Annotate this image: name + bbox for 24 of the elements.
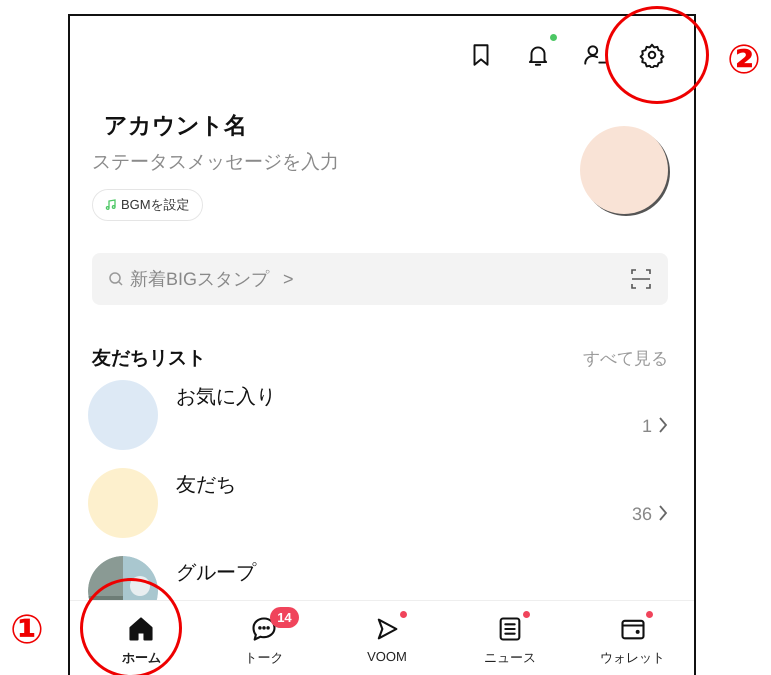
list-item-name[interactable]: お気に入り [176, 383, 276, 410]
item-count: 1 [642, 416, 652, 436]
account-name: アカウント名 [104, 111, 248, 140]
chat-icon[interactable] [250, 615, 278, 643]
bgm-button[interactable]: BGMを設定 [92, 189, 203, 221]
nav-tab[interactable]: ホーム [91, 601, 192, 675]
scan-icon[interactable] [630, 268, 652, 290]
nav-tab[interactable]: 14 トーク [214, 601, 314, 675]
nav-tab[interactable]: ニュース [460, 601, 560, 675]
unread-badge: 14 [270, 607, 299, 628]
nav-tab[interactable]: ウォレット [582, 601, 683, 675]
section-title: 友だちリスト [92, 347, 206, 371]
step-number: ② [727, 40, 761, 80]
chevron-icon [658, 504, 668, 522]
search-icon [108, 271, 124, 287]
list-item-name[interactable]: 友だち [176, 471, 236, 498]
nav-tab[interactable]: VOOM [336, 601, 437, 675]
music-note-icon [105, 199, 117, 211]
settings-icon[interactable] [639, 42, 665, 68]
home-icon[interactable] [127, 615, 156, 643]
list-item-name[interactable]: グループ [176, 559, 256, 586]
step-number: ① [10, 610, 44, 650]
item-count: 36 [632, 504, 652, 524]
chevron-icon [658, 416, 668, 434]
